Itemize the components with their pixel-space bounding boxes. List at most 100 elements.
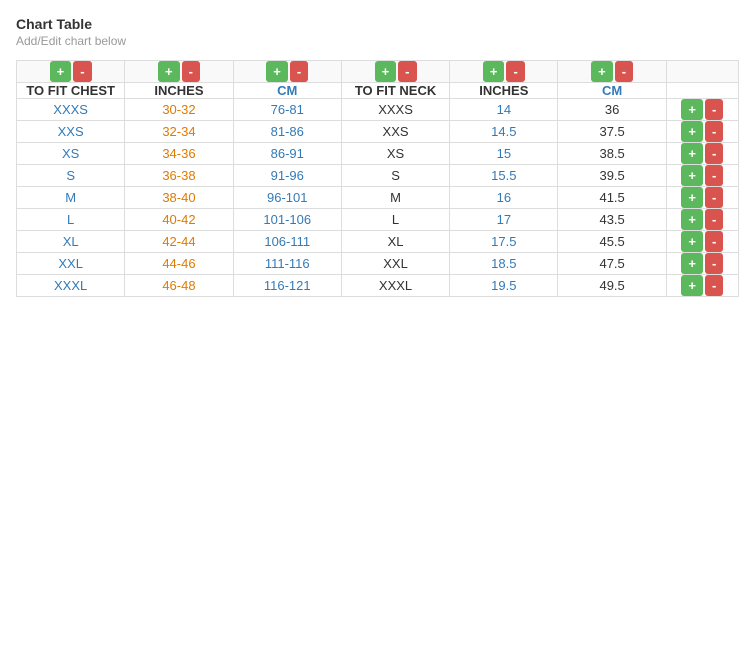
size2-cell: XL [341,231,449,253]
table-row: XXS32-3481-86XXS14.537.5+- [17,121,739,143]
remove-col5-button[interactable]: - [506,61,524,82]
add-remove-col5: +- [450,61,558,83]
size2-cell: XXL [341,253,449,275]
remove-col2-button[interactable]: - [182,61,200,82]
table-row: L40-42101-106L1743.5+- [17,209,739,231]
action-col-empty [666,61,738,83]
table-row: XL42-44106-111XL17.545.5+- [17,231,739,253]
remove-row-button[interactable]: - [705,187,723,208]
header-action [666,83,738,99]
add-remove-col2: +- [125,61,233,83]
add-remove-col1: +- [17,61,125,83]
inches2-cell: 15 [450,143,558,165]
table-row: XS34-3686-91XS1538.5+- [17,143,739,165]
add-col6-button[interactable]: + [591,61,613,82]
add-row-button[interactable]: + [681,121,703,142]
size1-cell: XXXS [17,99,125,121]
add-col1-button[interactable]: + [50,61,72,82]
row-action-cell: +- [666,253,738,275]
chart-table: +- +- +- +- +- +- TO FIT CHEST INCHES CM… [16,60,739,297]
add-row-button[interactable]: + [681,165,703,186]
inches1-cell: 42-44 [125,231,233,253]
cm2-cell: 39.5 [558,165,666,187]
size1-cell: XS [17,143,125,165]
remove-col6-button[interactable]: - [615,61,633,82]
cm2-cell: 36 [558,99,666,121]
add-row-button[interactable]: + [681,231,703,252]
table-row: XXXL46-48116-121XXXL19.549.5+- [17,275,739,297]
size2-cell: XS [341,143,449,165]
header-col4: TO FIT NECK [341,83,449,99]
cm1-cell: 81-86 [233,121,341,143]
row-action-cell: +- [666,165,738,187]
add-col3-button[interactable]: + [266,61,288,82]
add-remove-col3: +- [233,61,341,83]
table-row: XXXS30-3276-81XXXS1436+- [17,99,739,121]
remove-row-button[interactable]: - [705,231,723,252]
remove-row-button[interactable]: - [705,253,723,274]
inches2-cell: 17 [450,209,558,231]
add-row-button[interactable]: + [681,143,703,164]
cm2-cell: 38.5 [558,143,666,165]
cm2-cell: 43.5 [558,209,666,231]
cm2-cell: 45.5 [558,231,666,253]
inches1-cell: 40-42 [125,209,233,231]
inches2-cell: 14 [450,99,558,121]
add-col2-button[interactable]: + [158,61,180,82]
row-action-cell: +- [666,231,738,253]
inches1-cell: 36-38 [125,165,233,187]
size2-cell: XXS [341,121,449,143]
header-col3: CM [233,83,341,99]
cm2-cell: 41.5 [558,187,666,209]
remove-row-button[interactable]: - [705,143,723,164]
cm2-cell: 47.5 [558,253,666,275]
row-action-cell: +- [666,121,738,143]
size1-cell: M [17,187,125,209]
size2-cell: M [341,187,449,209]
button-row: +- +- +- +- +- +- [17,61,739,83]
inches2-cell: 14.5 [450,121,558,143]
size1-cell: XXL [17,253,125,275]
table-body: XXXS30-3276-81XXXS1436+-XXS32-3481-86XXS… [17,99,739,297]
add-row-button[interactable]: + [681,99,703,120]
remove-col4-button[interactable]: - [398,61,416,82]
cm2-cell: 37.5 [558,121,666,143]
header-row: TO FIT CHEST INCHES CM TO FIT NECK INCHE… [17,83,739,99]
add-remove-col6: +- [558,61,666,83]
add-row-button[interactable]: + [681,275,703,296]
cm1-cell: 116-121 [233,275,341,297]
size1-cell: XXXL [17,275,125,297]
add-row-button[interactable]: + [681,209,703,230]
remove-row-button[interactable]: - [705,121,723,142]
remove-row-button[interactable]: - [705,165,723,186]
cm1-cell: 111-116 [233,253,341,275]
remove-col3-button[interactable]: - [290,61,308,82]
remove-row-button[interactable]: - [705,99,723,120]
remove-row-button[interactable]: - [705,209,723,230]
cm1-cell: 86-91 [233,143,341,165]
header-col2: INCHES [125,83,233,99]
row-action-cell: +- [666,187,738,209]
inches1-cell: 46-48 [125,275,233,297]
inches1-cell: 44-46 [125,253,233,275]
add-row-button[interactable]: + [681,253,703,274]
add-row-button[interactable]: + [681,187,703,208]
inches1-cell: 30-32 [125,99,233,121]
add-col5-button[interactable]: + [483,61,505,82]
remove-row-button[interactable]: - [705,275,723,296]
add-col4-button[interactable]: + [375,61,397,82]
cm1-cell: 101-106 [233,209,341,231]
size2-cell: S [341,165,449,187]
size2-cell: L [341,209,449,231]
header-col5: INCHES [450,83,558,99]
table-row: M38-4096-101M1641.5+- [17,187,739,209]
header-col6: CM [558,83,666,99]
cm1-cell: 106-111 [233,231,341,253]
page-title: Chart Table [16,16,739,32]
header-col1: TO FIT CHEST [17,83,125,99]
remove-col1-button[interactable]: - [73,61,91,82]
row-action-cell: +- [666,209,738,231]
inches1-cell: 34-36 [125,143,233,165]
inches2-cell: 18.5 [450,253,558,275]
page-subtitle: Add/Edit chart below [16,34,739,48]
